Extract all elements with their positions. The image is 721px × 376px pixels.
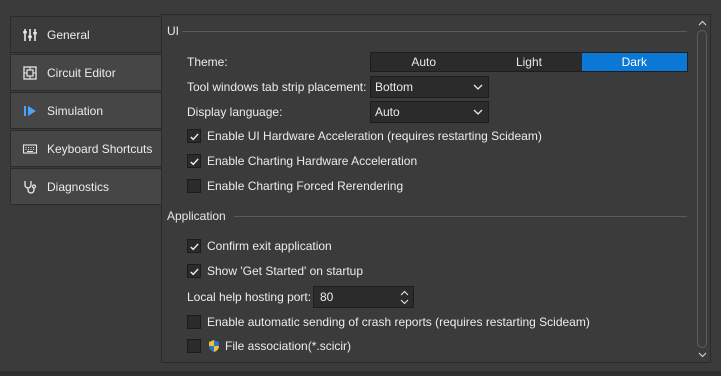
nav-item-general[interactable]: General bbox=[10, 16, 162, 53]
checkbox-box[interactable] bbox=[187, 239, 201, 253]
settings-panel: UI Theme: Auto Light Dark Tool windows t… bbox=[161, 14, 711, 363]
checkbox-box[interactable] bbox=[187, 154, 201, 168]
nav-label-keyboard-shortcuts: Keyboard Shortcuts bbox=[47, 141, 153, 156]
show-get-started-checkbox[interactable]: Show 'Get Started' on startup bbox=[187, 262, 363, 280]
tab-strip-select[interactable]: Bottom bbox=[370, 76, 489, 98]
theme-option-auto[interactable]: Auto bbox=[371, 53, 476, 71]
nav-item-circuit-editor[interactable]: Circuit Editor bbox=[10, 54, 162, 91]
checkmark-icon bbox=[189, 132, 199, 140]
port-value[interactable]: 80 bbox=[320, 290, 333, 304]
theme-segmented-control: Auto Light Dark bbox=[370, 52, 688, 72]
language-label: Display language: bbox=[187, 105, 283, 119]
sliders-icon bbox=[21, 26, 39, 44]
crash-reports-checkbox[interactable]: Enable automatic sending of crash report… bbox=[187, 313, 590, 331]
port-spinbox[interactable]: 80 bbox=[313, 286, 414, 308]
settings-nav: General Circuit Editor Simulation Keyboa… bbox=[10, 16, 162, 206]
scrollbar-thumb[interactable] bbox=[697, 30, 707, 348]
section-divider-ui bbox=[182, 31, 687, 32]
nav-label-diagnostics: Diagnostics bbox=[47, 179, 110, 194]
checkbox-box[interactable] bbox=[187, 339, 201, 353]
port-label: Local help hosting port: bbox=[187, 290, 312, 304]
language-value: Auto bbox=[375, 105, 400, 119]
confirm-exit-checkbox[interactable]: Confirm exit application bbox=[187, 237, 332, 255]
circuit-board-icon bbox=[21, 64, 39, 82]
spin-arrows bbox=[399, 288, 410, 306]
checkbox-label: Enable Charting Forced Rerendering bbox=[207, 179, 404, 193]
section-title-ui: UI bbox=[167, 24, 179, 38]
checkbox-box[interactable] bbox=[187, 264, 201, 278]
checkmark-icon bbox=[189, 242, 199, 250]
checkbox-box[interactable] bbox=[187, 179, 201, 193]
section-title-application: Application bbox=[167, 209, 226, 223]
checkbox-label: Enable Charting Hardware Acceleration bbox=[207, 154, 418, 168]
chevron-down-icon bbox=[473, 106, 483, 118]
chevron-down-icon bbox=[473, 81, 483, 93]
nav-label-general: General bbox=[47, 27, 90, 42]
tab-strip-label: Tool windows tab strip placement: bbox=[187, 80, 367, 94]
spin-up-icon[interactable] bbox=[399, 288, 410, 297]
checkbox-label: Enable automatic sending of crash report… bbox=[207, 315, 590, 329]
theme-label: Theme: bbox=[187, 55, 228, 69]
charting-hw-accel-checkbox[interactable]: Enable Charting Hardware Acceleration bbox=[187, 152, 417, 170]
checkbox-label: Enable UI Hardware Acceleration (require… bbox=[207, 129, 542, 143]
spin-down-icon[interactable] bbox=[399, 297, 410, 306]
checkbox-box[interactable] bbox=[187, 129, 201, 143]
nav-item-diagnostics[interactable]: Diagnostics bbox=[10, 168, 162, 205]
theme-option-dark[interactable]: Dark bbox=[581, 53, 687, 71]
keyboard-icon bbox=[21, 140, 39, 158]
scroll-up-icon[interactable] bbox=[696, 17, 708, 29]
checkbox-label: Confirm exit application bbox=[207, 239, 332, 253]
theme-option-light[interactable]: Light bbox=[476, 53, 581, 71]
checkbox-box[interactable] bbox=[187, 315, 201, 329]
checkmark-icon bbox=[189, 157, 199, 165]
language-select[interactable]: Auto bbox=[370, 101, 489, 123]
nav-label-circuit-editor: Circuit Editor bbox=[47, 65, 116, 80]
stethoscope-icon bbox=[21, 178, 39, 196]
bottom-bar bbox=[0, 371, 721, 376]
checkbox-label: File association(*.scicir) bbox=[225, 339, 352, 353]
settings-window: General Circuit Editor Simulation Keyboa… bbox=[0, 0, 721, 376]
nav-label-simulation: Simulation bbox=[47, 103, 104, 118]
checkmark-icon bbox=[189, 267, 199, 275]
section-divider-application bbox=[234, 216, 687, 217]
ui-hw-accel-checkbox[interactable]: Enable UI Hardware Acceleration (require… bbox=[187, 127, 542, 145]
nav-item-keyboard-shortcuts[interactable]: Keyboard Shortcuts bbox=[10, 130, 162, 167]
tab-strip-value: Bottom bbox=[375, 80, 414, 94]
uac-shield-icon bbox=[207, 339, 221, 353]
checkbox-label: Show 'Get Started' on startup bbox=[207, 264, 363, 278]
nav-item-simulation[interactable]: Simulation bbox=[10, 92, 162, 129]
vertical-scrollbar[interactable] bbox=[694, 15, 710, 362]
scroll-down-icon[interactable] bbox=[696, 349, 708, 361]
charting-forced-rerender-checkbox[interactable]: Enable Charting Forced Rerendering bbox=[187, 177, 403, 195]
play-step-icon bbox=[21, 102, 39, 120]
file-association-checkbox[interactable]: File association(*.scicir) bbox=[187, 337, 351, 355]
